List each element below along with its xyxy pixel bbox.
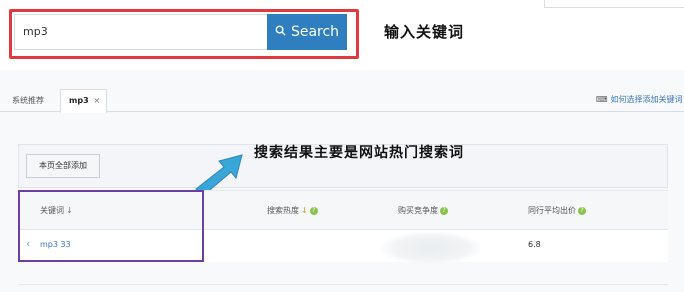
tab-mp3[interactable]: mp3 × (60, 89, 107, 113)
top-right-frame (544, 0, 684, 8)
divider (18, 284, 668, 285)
annotation-results-note: 搜索结果主要是网站热门搜索词 (254, 145, 464, 161)
keyword-highlight-box (18, 190, 204, 262)
help-link-label: 如何选择添加关键词 (610, 95, 683, 104)
tab-mp3-label: mp3 (69, 96, 89, 105)
tab-system-recommend[interactable]: 系统推荐 (12, 92, 44, 110)
column-header-competition[interactable]: 购买竞争度 ? (398, 205, 448, 216)
annotation-enter-keyword: 输入关键词 (384, 23, 465, 41)
row-avg-bid: 6.8 (528, 240, 541, 249)
search-highlight-box (9, 9, 359, 59)
help-link[interactable]: ⌨ 如何选择添加关键词 (596, 92, 683, 108)
help-icon[interactable]: ? (440, 206, 448, 215)
close-icon[interactable]: × (93, 96, 100, 105)
help-icon[interactable]: ? (578, 206, 586, 215)
keyboard-icon: ⌨ (596, 95, 608, 104)
add-all-button[interactable]: 本页全部添加 (26, 154, 100, 178)
column-header-popularity[interactable]: 搜索热度 ↓ ? (267, 205, 318, 216)
sort-arrow-icon: ↓ (301, 206, 308, 215)
blurred-values (382, 232, 480, 264)
column-header-avg-bid[interactable]: 同行平均出价 ? (528, 205, 586, 216)
help-icon[interactable]: ? (309, 206, 318, 215)
